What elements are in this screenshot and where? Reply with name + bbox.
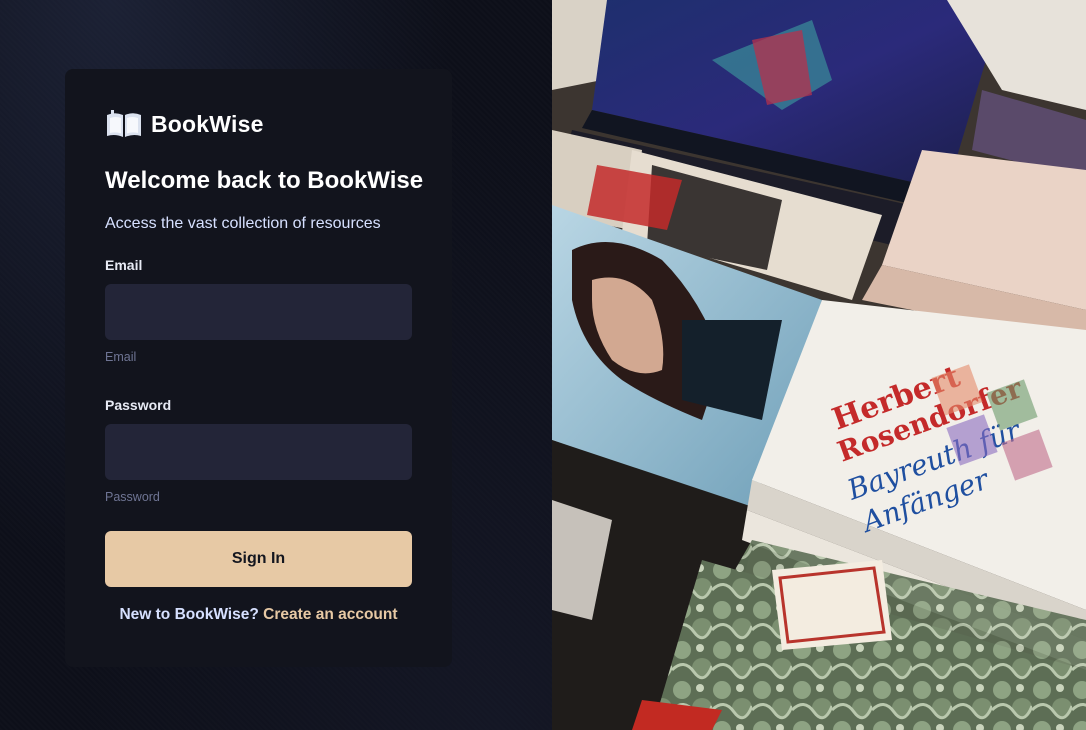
open-book-icon — [107, 110, 141, 137]
signup-question: New to BookWise? — [119, 606, 264, 623]
password-label: Password — [105, 397, 172, 413]
email-field[interactable] — [105, 284, 412, 340]
login-panel: BookWise Welcome back to BookWise Access… — [0, 0, 552, 730]
page-title: Welcome back to BookWise — [105, 167, 424, 194]
email-label: Email — [105, 257, 143, 273]
sign-in-button[interactable]: Sign In — [105, 531, 412, 587]
create-account-link[interactable]: Create an account — [263, 606, 397, 623]
brand-name: BookWise — [151, 110, 264, 137]
password-field[interactable] — [105, 424, 412, 480]
hero-image: Herbert Rosendorfer Bayreuth für Anfänge… — [552, 0, 1086, 730]
email-hint: Email — [105, 350, 137, 364]
page-subtitle: Access the vast collection of resources — [105, 215, 381, 232]
password-hint: Password — [105, 490, 160, 504]
login-card: BookWise Welcome back to BookWise Access… — [65, 69, 452, 667]
brand-logo: BookWise — [105, 109, 264, 139]
books-photo: Herbert Rosendorfer Bayreuth für Anfänge… — [552, 0, 1086, 730]
signup-prompt: New to BookWise? Create an account — [65, 606, 452, 624]
